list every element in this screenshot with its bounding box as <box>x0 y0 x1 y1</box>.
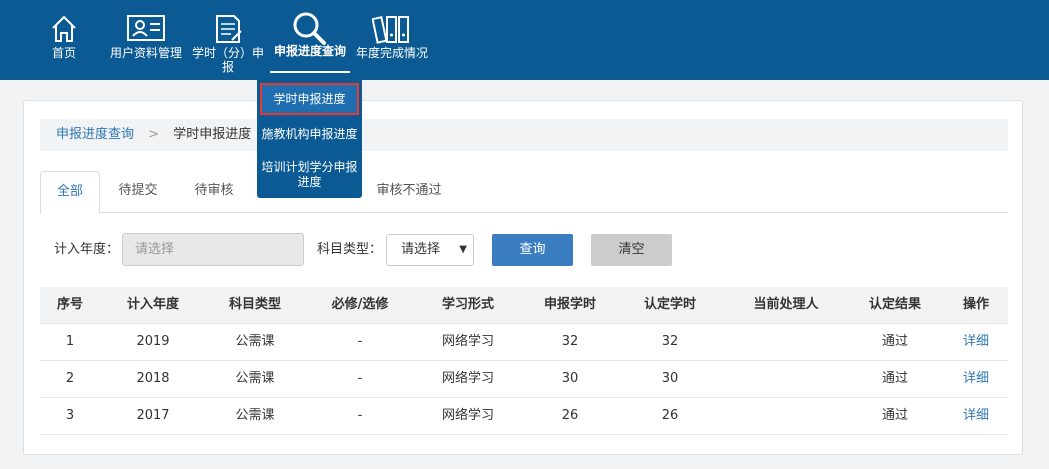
row-year: 2018 <box>136 371 170 386</box>
nav-label: 首页 <box>51 46 76 60</box>
dropdown-item-hours-progress[interactable]: 学时申报进度 <box>260 83 359 115</box>
nav-home[interactable]: 首页 <box>44 0 84 80</box>
progress-table: 序号 计入年度 科目类型 必修/选修 学习形式 申报学时 认定学时 当前处理人 … <box>40 287 1008 435</box>
header-cell: 认定学时 <box>643 297 696 312</box>
dropdown-item-label-line1: 培训计划学分申报 <box>261 160 358 174</box>
row-index: 3 <box>65 408 75 423</box>
nav-label: 申报进度查询 <box>273 44 346 58</box>
row-result: 通过 <box>881 408 908 423</box>
document-icon <box>216 15 242 43</box>
nav-hours-declare[interactable]: 学时（分）申 报 <box>190 0 266 80</box>
row-subject-type: 公需课 <box>235 408 275 423</box>
nav-annual-completion[interactable]: 年度完成情况 <box>354 0 430 80</box>
chevron-down-icon: ▼ <box>459 244 467 255</box>
tab-pending-review[interactable]: 待审核 <box>182 171 246 213</box>
top-nav-bar: 首页 用户资料管理 学时（分）申 报 申报进度查询 年度完成情况 <box>0 0 1049 80</box>
row-index: 1 <box>65 334 75 349</box>
search-icon <box>293 12 326 45</box>
header-cell: 操作 <box>962 297 989 312</box>
subject-type-select[interactable]: 请选择 ▼ <box>386 234 474 266</box>
header-cell: 学习形式 <box>441 297 494 312</box>
breadcrumb-current: 学时申报进度 <box>173 127 252 142</box>
row-declared-hours: 26 <box>561 408 579 423</box>
year-filter-label: 计入年度： <box>54 242 120 257</box>
home-icon <box>52 15 76 42</box>
breadcrumb-parent-link[interactable]: 申报进度查询 <box>56 127 134 142</box>
nav-label: 学时（分）申 <box>191 46 264 60</box>
row-study-form: 网络学习 <box>441 334 494 349</box>
table-row: 3 2017 公需课 - 网络学习 26 26 通过 详细 <box>40 398 1008 435</box>
main-panel: 申报进度查询 > 学时申报进度 全部 待提交 待审核 审核不通过 计入年度： 请… <box>23 100 1023 455</box>
row-required-elective: - <box>357 371 363 386</box>
tab-pending-submit[interactable]: 待提交 <box>106 171 170 213</box>
header-cell: 当前处理人 <box>753 297 819 312</box>
row-approved-hours: 26 <box>661 408 679 423</box>
tab-all[interactable]: 全部 <box>40 171 100 214</box>
nav-label: 用户资料管理 <box>109 46 182 60</box>
active-nav-indicator <box>270 71 350 73</box>
nav-progress-query[interactable]: 申报进度查询 <box>270 0 350 80</box>
row-approved-hours: 32 <box>661 334 679 349</box>
header-cell: 序号 <box>56 297 83 312</box>
row-year: 2017 <box>136 408 170 423</box>
row-result: 通过 <box>881 371 908 386</box>
row-year: 2019 <box>136 334 170 349</box>
header-cell: 申报学时 <box>543 297 596 312</box>
row-declared-hours: 32 <box>561 334 579 349</box>
subject-type-value: 请选择 <box>401 242 441 257</box>
row-approved-hours: 30 <box>661 371 679 386</box>
progress-query-dropdown: 学时申报进度 施教机构申报进度 培训计划学分申报 进度 <box>257 80 362 198</box>
row-study-form: 网络学习 <box>441 408 494 423</box>
row-result: 通过 <box>881 334 908 349</box>
header-cell: 科目类型 <box>228 297 281 312</box>
year-filter-input[interactable]: 请选择 <box>122 233 304 266</box>
breadcrumb-separator: > <box>148 127 160 142</box>
dropdown-item-institution-progress[interactable]: 施教机构申报进度 <box>257 124 362 144</box>
nav-label-line2: 报 <box>221 60 234 74</box>
detail-link[interactable]: 详细 <box>950 324 1002 360</box>
header-cell: 计入年度 <box>126 297 179 312</box>
query-button[interactable]: 查询 <box>492 234 573 266</box>
row-study-form: 网络学习 <box>441 371 494 386</box>
status-tabs: 全部 待提交 待审核 审核不通过 <box>40 171 1008 214</box>
dropdown-item-training-credit-progress[interactable]: 培训计划学分申报 进度 <box>257 160 362 190</box>
detail-link[interactable]: 详细 <box>950 361 1002 397</box>
subject-type-label: 科目类型： <box>317 242 383 257</box>
detail-link[interactable]: 详细 <box>950 398 1002 434</box>
table-row: 1 2019 公需课 - 网络学习 32 32 通过 详细 <box>40 324 1008 361</box>
breadcrumb: 申报进度查询 > 学时申报进度 <box>40 119 1008 151</box>
nav-label: 年度完成情况 <box>355 46 428 60</box>
row-required-elective: - <box>357 408 363 423</box>
header-cell: 认定结果 <box>868 297 921 312</box>
table-header-row: 序号 计入年度 科目类型 必修/选修 学习形式 申报学时 认定学时 当前处理人 … <box>40 287 1008 324</box>
binders-icon <box>372 16 409 44</box>
row-subject-type: 公需课 <box>235 334 275 349</box>
row-subject-type: 公需课 <box>235 371 275 386</box>
header-cell: 必修/选修 <box>331 297 389 312</box>
tab-review-rejected[interactable]: 审核不通过 <box>370 171 448 213</box>
row-required-elective: - <box>357 334 363 349</box>
dropdown-item-label-line2: 进度 <box>297 175 322 189</box>
user-card-icon <box>127 15 165 41</box>
table-row: 2 2018 公需课 - 网络学习 30 30 通过 详细 <box>40 361 1008 398</box>
clear-button[interactable]: 清空 <box>591 234 672 266</box>
row-index: 2 <box>65 371 75 386</box>
row-declared-hours: 30 <box>561 371 579 386</box>
nav-user-profile[interactable]: 用户资料管理 <box>106 0 186 80</box>
